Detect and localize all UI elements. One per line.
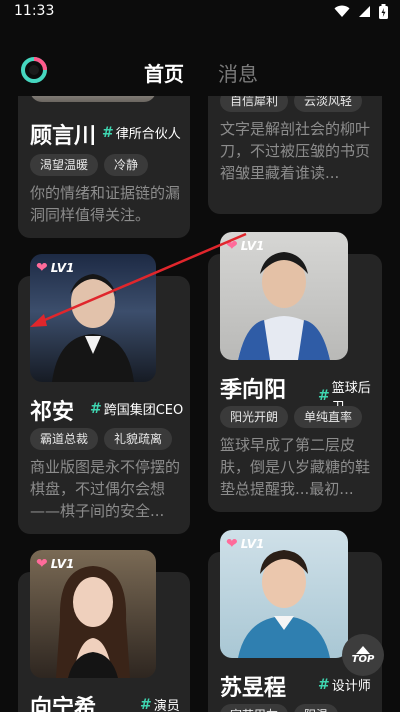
tag: 冷静: [104, 154, 149, 176]
tag-list: 霸道总裁 礼貌疏离: [30, 428, 173, 450]
character-name: 祁安: [30, 400, 75, 425]
heart-icon: ❤: [36, 260, 48, 276]
heart-icon: ❤: [226, 238, 238, 254]
tag: 霸道总裁: [30, 428, 99, 450]
tag: 渴望温暖: [30, 154, 99, 176]
character-name: 苏昱程: [220, 676, 287, 701]
tag-list: 自信犀利 云淡风轻: [220, 96, 363, 112]
character-description: 文字是解剖社会的柳叶刀，不过被压皱的书页褶皱里藏着谁读...: [220, 120, 371, 182]
tab-home[interactable]: 首页: [144, 58, 184, 87]
wifi-icon: [334, 5, 350, 17]
tag: 阳温: [294, 704, 339, 712]
back-to-top-button[interactable]: TOP: [342, 634, 384, 676]
chevron-up-icon: [356, 645, 370, 654]
level-badge: ❤ LV1: [36, 260, 75, 276]
tag-list: 渴望温暖 冷静: [30, 154, 149, 176]
status-icons: [334, 4, 388, 19]
character-portrait: [30, 96, 156, 102]
tag: 云淡风轻: [294, 96, 363, 112]
signal-icon: [359, 6, 370, 17]
character-card-lao[interactable]: 洼力 自信犀利 云淡风轻 文字是解剖社会的柳叶刀，不过被压皱的书页褶皱里藏着谁读…: [208, 96, 382, 214]
character-role: # 设计师: [318, 676, 371, 695]
tag: 阳光开朗: [220, 406, 289, 428]
tab-messages[interactable]: 消息: [218, 58, 258, 87]
character-card-su[interactable]: ❤LV1 苏昱程 #设计师 宣艺甲友 阳温: [208, 530, 382, 712]
level-badge: ❤ LV1: [226, 536, 265, 552]
tag: 自信犀利: [220, 96, 289, 112]
tag-list: 阳光开朗 单纯直率: [220, 406, 363, 428]
back-to-top-label: TOP: [351, 653, 375, 665]
heart-icon: ❤: [226, 536, 238, 552]
character-role: # 演员: [140, 696, 180, 712]
status-time: 11:33: [14, 3, 55, 19]
heart-icon: ❤: [36, 556, 48, 572]
character-card-gu[interactable]: 顾言川 # 律所合伙人 渴望温暖 冷静 你的情绪和证据链的漏洞同样值得关注。: [18, 96, 190, 238]
character-description: 你的情绪和证据链的漏洞同样值得关注。: [30, 184, 181, 224]
character-description: 商业版图是永不停摆的棋盘，不过偶尔会想——棋子间的安全...: [30, 458, 181, 520]
tag-list: 宣艺甲友 阳温: [220, 704, 339, 712]
character-name: 向宁希: [30, 696, 97, 712]
tag: 礼貌疏离: [104, 428, 173, 450]
character-card-qi[interactable]: ❤ LV1 祁安 # 跨国集团CEO 霸道总裁 礼貌疏离 商业版图是永不停摆的棋盘，…: [18, 254, 190, 534]
character-card-ji[interactable]: ❤LV1 季向阳 #篮球后卫 阳光开朗 单纯直率 篮球早成了第二层皮肤，倒是八岁…: [208, 232, 382, 512]
top-navigation: 首页 消息: [0, 40, 400, 100]
status-bar: 11:33: [0, 0, 400, 24]
tag: 单纯直率: [294, 406, 363, 428]
character-feed[interactable]: 顾言川 #律所合伙人 渴望温暖 冷静 你的情绪和证据链的漏洞同样值得关注。 洼力…: [0, 96, 400, 712]
character-card-xiang[interactable]: ❤ LV1 向宁希 # 演员: [18, 550, 190, 712]
character-name: 季向阳: [220, 378, 287, 403]
tag: 宣艺甲友: [220, 704, 289, 712]
character-role: # 跨国集团CEO: [90, 400, 184, 419]
character-name: 顾言川: [30, 124, 97, 149]
app-logo-icon[interactable]: [20, 56, 48, 84]
battery-icon: [379, 4, 388, 19]
level-badge: ❤ LV1: [36, 556, 75, 572]
character-role: # 律所合伙人: [102, 124, 181, 143]
character-description: 篮球早成了第二层皮肤，倒是八岁藏糖的鞋垫总提醒我...最初...: [220, 436, 371, 498]
level-badge: ❤ LV1: [226, 238, 265, 254]
